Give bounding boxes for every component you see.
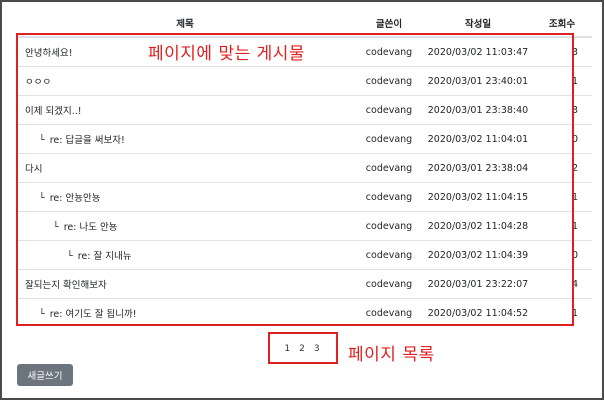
pagination-annotation: 페이지 목록 xyxy=(348,345,435,365)
page-link-3[interactable]: 3 xyxy=(314,344,320,354)
board-frame: 제목 글쓴이 작성일 조회수 안녕하세요! codevang 2020/03/02 … xyxy=(0,0,604,400)
pagination: 1 2 3 xyxy=(272,337,332,361)
new-post-button[interactable]: 새글쓰기 xyxy=(17,364,73,386)
page-link-1[interactable]: 1 xyxy=(284,344,290,354)
post-list-annotation: 페이지에 맞는 게시물 xyxy=(148,44,306,64)
page-link-2[interactable]: 2 xyxy=(299,344,305,354)
post-list-highlight xyxy=(16,33,574,326)
